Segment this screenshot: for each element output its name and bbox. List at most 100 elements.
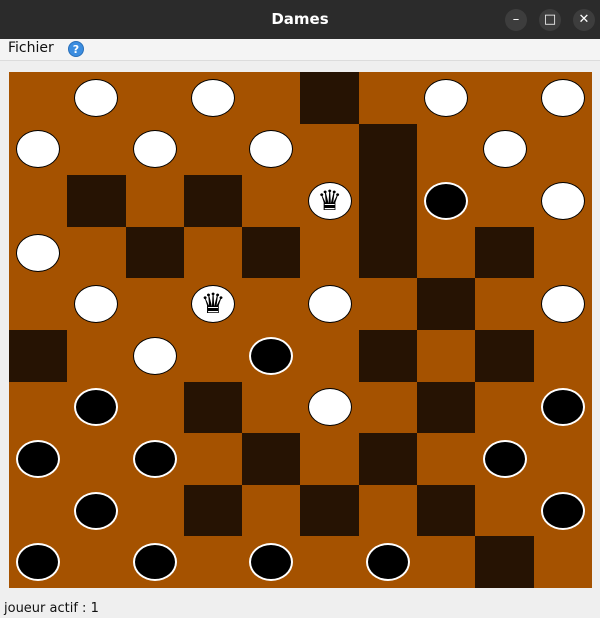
board-square[interactable] bbox=[242, 278, 301, 330]
board-square[interactable] bbox=[475, 433, 534, 485]
white-piece[interactable] bbox=[307, 388, 352, 427]
board-square[interactable] bbox=[417, 433, 476, 485]
board-square[interactable] bbox=[242, 433, 301, 485]
maximize-button[interactable]: □ bbox=[539, 9, 561, 31]
board-square[interactable] bbox=[358, 278, 418, 330]
board-square[interactable] bbox=[358, 433, 418, 485]
board-square[interactable] bbox=[67, 484, 126, 537]
board-square[interactable] bbox=[475, 381, 534, 434]
board-square[interactable] bbox=[183, 329, 243, 382]
board-square[interactable] bbox=[417, 123, 476, 176]
white-piece[interactable] bbox=[482, 130, 527, 169]
board-square[interactable] bbox=[417, 226, 476, 279]
board-square[interactable] bbox=[67, 278, 126, 330]
board-square[interactable] bbox=[533, 433, 592, 485]
board-square[interactable]: ♛ bbox=[300, 175, 359, 227]
board-square[interactable] bbox=[9, 433, 68, 485]
board-square[interactable] bbox=[125, 226, 184, 279]
board-square[interactable] bbox=[358, 484, 418, 537]
white-piece[interactable] bbox=[424, 78, 469, 117]
white-king-piece[interactable]: ♛ bbox=[307, 181, 352, 220]
white-piece[interactable] bbox=[132, 130, 177, 169]
black-piece[interactable] bbox=[540, 388, 585, 427]
board-square[interactable] bbox=[9, 226, 68, 279]
board-square[interactable] bbox=[358, 381, 418, 434]
board-square[interactable] bbox=[358, 175, 418, 227]
white-piece[interactable] bbox=[249, 130, 294, 169]
board-square[interactable] bbox=[300, 123, 359, 176]
board-square[interactable] bbox=[9, 536, 68, 588]
board-square[interactable] bbox=[9, 329, 68, 382]
checkers-board[interactable]: ♛ ♛ bbox=[9, 72, 592, 588]
white-piece[interactable] bbox=[16, 233, 61, 272]
board-square[interactable] bbox=[417, 278, 476, 330]
board-square[interactable] bbox=[242, 329, 301, 382]
board-square[interactable] bbox=[475, 484, 534, 537]
board-square[interactable] bbox=[475, 536, 534, 588]
board-square[interactable] bbox=[475, 226, 534, 279]
board-square[interactable] bbox=[300, 536, 359, 588]
help-icon[interactable]: ? bbox=[68, 41, 84, 57]
board-square[interactable] bbox=[475, 329, 534, 382]
close-button[interactable]: ✕ bbox=[573, 9, 595, 31]
board-square[interactable] bbox=[358, 226, 418, 279]
board-square[interactable] bbox=[417, 175, 476, 227]
board-square[interactable] bbox=[183, 381, 243, 434]
board-square[interactable] bbox=[67, 123, 126, 176]
board-square[interactable] bbox=[9, 175, 68, 227]
board-square[interactable] bbox=[67, 72, 126, 124]
white-piece[interactable] bbox=[74, 285, 119, 324]
board-square[interactable] bbox=[183, 484, 243, 537]
board-square[interactable] bbox=[125, 123, 184, 176]
board-square[interactable] bbox=[417, 381, 476, 434]
black-piece[interactable] bbox=[74, 491, 119, 530]
white-piece[interactable] bbox=[540, 181, 585, 220]
board-square[interactable] bbox=[417, 536, 476, 588]
board-square[interactable] bbox=[533, 536, 592, 588]
board-square[interactable] bbox=[125, 175, 184, 227]
black-piece[interactable] bbox=[540, 491, 585, 530]
board-square[interactable]: ♛ bbox=[183, 278, 243, 330]
board-square[interactable] bbox=[9, 381, 68, 434]
white-piece[interactable] bbox=[307, 285, 352, 324]
white-piece[interactable] bbox=[74, 78, 119, 117]
board-square[interactable] bbox=[125, 329, 184, 382]
board-square[interactable] bbox=[242, 484, 301, 537]
board-square[interactable] bbox=[300, 329, 359, 382]
board-square[interactable] bbox=[242, 381, 301, 434]
black-piece[interactable] bbox=[365, 543, 410, 582]
board-square[interactable] bbox=[533, 381, 592, 434]
board-square[interactable] bbox=[67, 536, 126, 588]
board-square[interactable] bbox=[300, 433, 359, 485]
board-square[interactable] bbox=[358, 329, 418, 382]
white-piece[interactable] bbox=[16, 130, 61, 169]
board-square[interactable] bbox=[183, 123, 243, 176]
board-square[interactable] bbox=[183, 72, 243, 124]
board-square[interactable] bbox=[125, 278, 184, 330]
board-square[interactable] bbox=[125, 381, 184, 434]
board-square[interactable] bbox=[242, 123, 301, 176]
board-square[interactable] bbox=[300, 72, 359, 124]
white-piece[interactable] bbox=[191, 78, 236, 117]
board-square[interactable] bbox=[125, 72, 184, 124]
menu-fichier[interactable]: Fichier bbox=[8, 40, 54, 56]
board-square[interactable] bbox=[125, 433, 184, 485]
board-square[interactable] bbox=[242, 536, 301, 588]
white-piece[interactable] bbox=[540, 285, 585, 324]
black-piece[interactable] bbox=[74, 388, 119, 427]
board-square[interactable] bbox=[417, 484, 476, 537]
board-square[interactable] bbox=[475, 123, 534, 176]
black-piece[interactable] bbox=[16, 543, 61, 582]
board-square[interactable] bbox=[67, 381, 126, 434]
board-square[interactable] bbox=[300, 484, 359, 537]
board-square[interactable] bbox=[417, 329, 476, 382]
board-square[interactable] bbox=[533, 329, 592, 382]
board-square[interactable] bbox=[67, 175, 126, 227]
board-square[interactable] bbox=[475, 278, 534, 330]
black-piece[interactable] bbox=[249, 336, 294, 375]
board-square[interactable] bbox=[475, 72, 534, 124]
board-square[interactable] bbox=[67, 433, 126, 485]
board-square[interactable] bbox=[533, 226, 592, 279]
board-square[interactable] bbox=[242, 72, 301, 124]
white-piece[interactable] bbox=[540, 78, 585, 117]
